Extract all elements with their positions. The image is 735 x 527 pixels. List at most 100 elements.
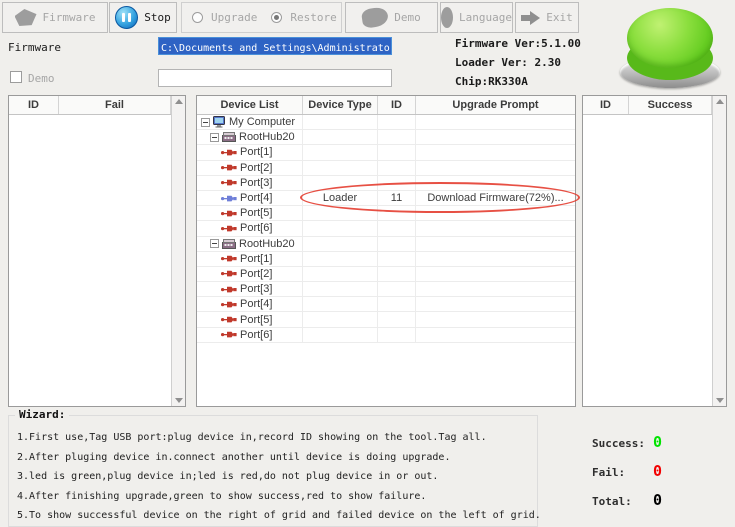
tree-expander-icon[interactable] <box>210 132 219 142</box>
flash-tool-window: Firmware Stop Upgrade Restore Demo Langu… <box>0 0 735 527</box>
device-list-cell: Port[4] <box>197 190 303 206</box>
usb-red-icon <box>221 224 237 233</box>
exit-arrow-icon <box>521 10 541 25</box>
device-tree-row[interactable]: Port[2] <box>197 266 575 283</box>
device-list-cell: Port[2] <box>197 266 303 282</box>
fail-table-scrollbar[interactable] <box>171 96 185 406</box>
tree-item-label: Port[4] <box>240 298 273 311</box>
demo-input[interactable] <box>158 69 392 87</box>
device-header-type: Device Type <box>303 96 378 114</box>
tree-item-label: Port[4] <box>240 192 273 205</box>
device-type-cell <box>303 206 378 221</box>
scroll-down-icon[interactable] <box>715 398 724 403</box>
device-tree-row[interactable]: Port[1] <box>197 251 575 267</box>
tree-item-label: Port[6] <box>240 222 273 235</box>
computer-icon <box>213 116 226 128</box>
device-tree-row[interactable]: Port[3] <box>197 282 575 298</box>
upgrade-prompt-cell <box>416 267 575 281</box>
device-tree-row[interactable]: Port[4] Loader 11 Download Firmware(72%)... <box>197 190 575 207</box>
scroll-up-icon[interactable] <box>174 99 183 104</box>
scroll-up-icon[interactable] <box>715 99 724 104</box>
device-tree-row[interactable]: Port[6] <box>197 221 575 237</box>
device-tree-row[interactable]: Port[2] <box>197 160 575 176</box>
device-type-cell <box>303 221 378 236</box>
upgrade-prompt-cell: Download Firmware(72%)... <box>427 192 564 205</box>
usb-red-icon <box>221 209 237 218</box>
device-table: Device List Device Type ID Upgrade Promp… <box>196 95 576 407</box>
upgrade-prompt-cell <box>416 252 575 266</box>
upgrade-prompt-cell <box>416 161 575 175</box>
mode-radio-group: Upgrade Restore <box>181 2 342 33</box>
device-id-cell <box>378 312 416 327</box>
device-id-cell <box>378 130 416 145</box>
upgrade-radio[interactable] <box>192 12 203 23</box>
device-list-cell: RootHub20 <box>197 236 303 251</box>
upgrade-prompt-cell <box>416 145 575 159</box>
device-type-cell <box>303 251 378 266</box>
device-type-cell <box>303 145 378 160</box>
language-button[interactable]: Language <box>440 2 513 33</box>
device-type-cell <box>303 266 378 282</box>
device-id-cell <box>378 115 416 130</box>
device-table-body[interactable]: My Computer RootHub20 Port[1] Port[2] Port[3… <box>197 115 575 406</box>
device-header-id: ID <box>378 96 416 114</box>
firmware-path-value: C:\Documents and Settings\Administrator\… <box>159 38 391 54</box>
upgrade-prompt-cell <box>416 176 575 190</box>
fail-table-body[interactable] <box>9 115 185 406</box>
tree-item-label: Port[1] <box>240 146 273 159</box>
upgrade-prompt-cell <box>416 312 575 326</box>
language-button-label: Language <box>459 11 512 24</box>
device-header-prompt: Upgrade Prompt <box>452 99 539 111</box>
exit-button[interactable]: Exit <box>515 2 579 33</box>
device-tree-row[interactable]: My Computer <box>197 115 575 131</box>
device-id-cell <box>378 266 416 282</box>
success-table-body[interactable] <box>583 115 726 406</box>
fail-table-header: ID Fail <box>9 96 185 115</box>
tree-item-label: My Computer <box>229 116 296 129</box>
tree-expander-icon[interactable] <box>201 117 210 127</box>
wizard-lines: 1.First use,Tag USB port:plug device in,… <box>9 416 541 526</box>
device-tree-row[interactable]: RootHub20 <box>197 236 575 252</box>
device-list-cell: Port[3] <box>197 282 303 297</box>
usb-red-icon <box>221 300 237 309</box>
firmware-path-input[interactable]: C:\Documents and Settings\Administrator\… <box>158 37 392 55</box>
tree-item-label: Port[5] <box>240 313 273 326</box>
status-led-green <box>620 4 720 90</box>
restore-radio-label: Restore <box>290 11 337 24</box>
device-tree-row[interactable]: Port[5] <box>197 312 575 328</box>
stop-button-label: Stop <box>144 11 171 24</box>
wizard-line: 2.After pluging device in.connect anothe… <box>17 451 451 463</box>
fail-header-fail: Fail <box>59 96 171 114</box>
chip-text: Chip:RK330A <box>455 75 528 88</box>
device-type-cell <box>303 297 378 312</box>
device-id-cell <box>378 175 416 190</box>
stop-button[interactable]: Stop <box>109 2 177 33</box>
device-type-cell <box>303 175 378 190</box>
device-tree-row[interactable]: Port[3] <box>197 175 575 191</box>
demo-button-label: Demo <box>394 11 421 24</box>
upgrade-prompt-cell <box>416 237 575 251</box>
device-tree-row[interactable]: Port[4] <box>197 297 575 313</box>
upgrade-radio-label: Upgrade <box>211 11 258 24</box>
firmware-button[interactable]: Firmware <box>2 2 108 33</box>
scroll-down-icon[interactable] <box>174 398 183 403</box>
device-list-cell: Port[6] <box>197 327 303 342</box>
device-tree-row[interactable]: Port[5] <box>197 206 575 222</box>
device-tree-row[interactable]: Port[6] <box>197 327 575 343</box>
fail-table: ID Fail <box>8 95 186 407</box>
device-tree-row[interactable]: RootHub20 <box>197 130 575 146</box>
device-type-cell: Loader <box>303 190 378 206</box>
tree-item-label: RootHub20 <box>239 131 295 144</box>
demo-icon <box>361 6 390 29</box>
device-type-cell <box>303 312 378 327</box>
hub-icon <box>222 238 236 249</box>
tree-item-label: RootHub20 <box>239 237 295 250</box>
restore-radio[interactable] <box>271 12 283 23</box>
tree-expander-icon[interactable] <box>210 239 219 249</box>
demo-button[interactable]: Demo <box>345 2 438 33</box>
tree-item-label: Port[6] <box>240 328 273 341</box>
device-tree-row[interactable]: Port[1] <box>197 145 575 161</box>
demo-checkbox[interactable] <box>10 71 22 83</box>
usb-red-icon <box>221 254 237 263</box>
success-table-scrollbar[interactable] <box>712 96 726 406</box>
